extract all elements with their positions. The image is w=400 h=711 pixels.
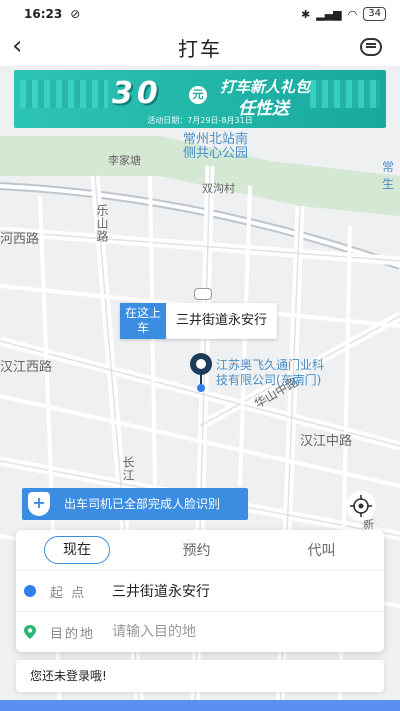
mute-icon: ⊘ (70, 7, 81, 21)
promo-banner[interactable]: 30 元 打车新人礼包 任性送 活动日期：7月29日-8月31日 (14, 70, 386, 128)
map-label-he-xi-lu: 河西路 (0, 232, 40, 247)
login-prompt[interactable]: 您还未登录哦! (16, 660, 384, 692)
page-title: 打车 (178, 36, 222, 61)
destination-label: 目的地 (50, 626, 96, 642)
destination-input[interactable] (112, 624, 312, 640)
tab-now[interactable]: 现在 (44, 536, 110, 564)
pickup-here-label: 在这上车 (120, 303, 166, 339)
banner-unit: 元 (189, 86, 207, 104)
map-label-han-jiang-xi-lu: 汉江西路 (0, 360, 53, 375)
bottom-strip (0, 700, 400, 711)
wifi-icon: ◠ (347, 7, 358, 21)
location-pin-icon (190, 353, 212, 392)
shield-plus-icon: + (28, 492, 50, 516)
origin-dot-icon (24, 585, 36, 597)
login-prompt-text: 您还未登录哦! (30, 669, 107, 683)
ride-mode-tabs: 现在 预约 代叫 (16, 530, 384, 570)
map-label-edge-right: 常生 (382, 160, 395, 191)
car-icon (194, 288, 212, 300)
banner-amount: 30 (112, 76, 162, 111)
banner-date: 活动日期：7月29日-8月31日 (147, 116, 253, 125)
banner-decoration-right (310, 80, 380, 108)
message-icon[interactable] (360, 38, 382, 56)
header: ‹ 打车 (0, 28, 400, 66)
map-label-le-shan-lu: 乐山路 (95, 204, 109, 243)
back-icon[interactable]: ‹ (12, 32, 22, 60)
destination-pin-icon (24, 625, 36, 639)
tab-call-for-others[interactable]: 代叫 (259, 540, 384, 560)
locate-button[interactable] (346, 491, 376, 521)
map-label-company-poi: 江苏奥飞久通门业科技有限公司(东南门) (216, 358, 325, 387)
map-label-park: 侧共心公园 (183, 146, 249, 161)
status-bar: 16:23 ⊘ ✱ ▂▄▆ ◠ 34 (0, 0, 400, 28)
ride-panel: 现在 预约 代叫 起 点 三井街道永安行 目的地 (16, 530, 384, 652)
banner-decoration-left (20, 80, 108, 108)
battery-icon: 34 (363, 7, 386, 21)
pickup-tag[interactable]: 在这上车 三井街道永安行 (120, 303, 278, 339)
crosshair-icon (350, 495, 372, 517)
map-label-han-jiang-zhong-lu: 汉江中路 (300, 434, 353, 449)
face-notice-text: 出车司机已全部完成人脸识别 (64, 497, 221, 511)
status-icons: ✱ ▂▄▆ ◠ 34 (301, 7, 386, 21)
face-recognition-notice[interactable]: + 出车司机已全部完成人脸识别 (22, 488, 248, 520)
destination-row[interactable]: 目的地 (16, 611, 384, 652)
signal-icon: ▂▄▆ (316, 7, 342, 21)
pickup-address: 三井街道永安行 (176, 313, 268, 328)
map-label-li-jia-tang: 李家塘 (108, 154, 141, 167)
origin-value[interactable]: 三井街道永安行 (112, 581, 210, 601)
map-label-shuang-gou-cun: 双沟村 (202, 182, 235, 195)
origin-label: 起 点 (50, 585, 87, 601)
map-label-chang-jiang: 长江 (121, 456, 135, 482)
status-time: 16:23 (24, 7, 63, 21)
origin-row[interactable]: 起 点 三井街道永安行 (16, 570, 384, 611)
tab-reserve[interactable]: 预约 (134, 540, 259, 560)
bluetooth-icon: ✱ (301, 7, 311, 21)
